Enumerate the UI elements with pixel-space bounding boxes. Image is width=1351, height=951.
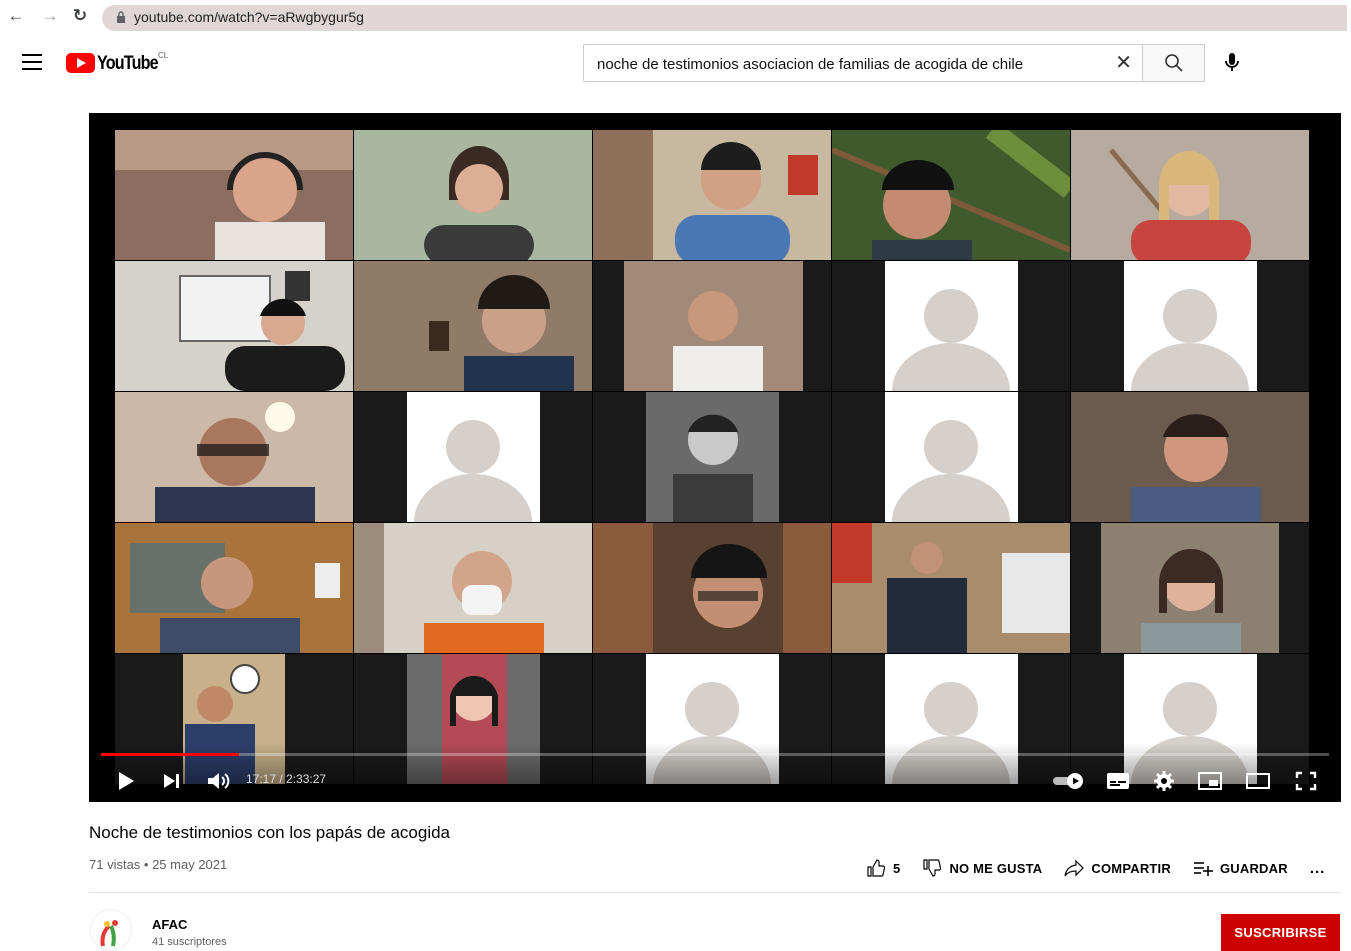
save-label: GUARDAR <box>1219 860 1288 876</box>
player-controls: 17:17 / 2:33:27 <box>89 743 1341 802</box>
subscriber-count: 41 suscriptores <box>152 936 227 948</box>
video-actions: 5 NO ME GUSTA COMPARTIR GUARDAR ... <box>866 858 1325 878</box>
thumbs-down-icon <box>923 859 942 877</box>
views-and-date: 71 vistas • 25 may 2021 <box>89 857 228 872</box>
logo-wordmark: YouTube <box>97 53 159 74</box>
subtitles-icon[interactable] <box>1105 769 1131 793</box>
subscribe-button[interactable]: SUSCRIBIRSE <box>1221 914 1340 951</box>
channel-logo-icon <box>92 911 130 949</box>
youtube-logo[interactable]: YouTube CL <box>66 51 169 75</box>
participant-tile-avatar <box>832 261 1070 391</box>
participant-tile <box>593 523 831 653</box>
search-icon <box>1165 54 1183 72</box>
autoplay-toggle-icon[interactable] <box>1051 769 1087 793</box>
share-label: COMPARTIR <box>1091 860 1171 876</box>
fullscreen-icon[interactable] <box>1293 769 1319 793</box>
youtube-play-icon <box>66 53 95 73</box>
back-arrow-icon[interactable]: ← <box>6 6 26 26</box>
miniplayer-icon[interactable] <box>1197 769 1223 793</box>
participant-tile <box>832 523 1070 653</box>
clear-search-icon[interactable]: ✕ <box>1115 53 1132 73</box>
participant-tile-avatar <box>832 392 1070 522</box>
participant-tile <box>115 130 353 260</box>
participant-tile <box>1071 392 1309 522</box>
forward-arrow-icon[interactable]: → <box>40 6 60 26</box>
channel-avatar[interactable] <box>90 909 132 951</box>
address-bar[interactable]: youtube.com/watch?v=aRwgbygur5g <box>102 5 1347 31</box>
dislike-label: NO ME GUSTA <box>949 860 1043 876</box>
more-icon: ... <box>1309 859 1326 877</box>
next-icon[interactable] <box>159 769 185 793</box>
participant-tile-avatar <box>354 392 592 522</box>
save-button[interactable]: GUARDAR <box>1193 858 1288 878</box>
participant-tile <box>115 523 353 653</box>
play-icon[interactable] <box>113 769 139 793</box>
theater-mode-icon[interactable] <box>1245 769 1271 793</box>
video-player[interactable]: 17:17 / 2:33:27 <box>89 113 1341 802</box>
search-box[interactable]: ✕ <box>583 44 1143 83</box>
participant-tile <box>354 130 592 260</box>
participant-tile <box>1071 523 1309 653</box>
participant-tile <box>1071 130 1309 260</box>
participant-tile <box>593 261 831 391</box>
time-display: 17:17 / 2:33:27 <box>246 772 327 786</box>
thumbs-up-icon <box>867 859 886 877</box>
reload-icon[interactable]: ↻ <box>70 6 90 26</box>
country-code: CL <box>158 51 169 60</box>
participant-tile-avatar <box>1071 261 1309 391</box>
microphone-icon <box>1225 53 1239 71</box>
volume-icon[interactable] <box>205 769 231 793</box>
search-input[interactable] <box>595 45 1109 83</box>
participant-tile <box>832 130 1070 260</box>
channel-name[interactable]: AFAC <box>152 917 187 932</box>
lock-icon <box>117 11 125 23</box>
settings-gear-icon[interactable] <box>1151 769 1177 793</box>
browser-toolbar: ← → ↻ youtube.com/watch?v=aRwgbygur5g <box>0 0 1351 37</box>
playlist-add-icon <box>1193 862 1213 876</box>
participant-tile <box>115 392 353 522</box>
youtube-masthead: YouTube CL ✕ <box>0 36 1351 92</box>
share-button[interactable]: COMPARTIR <box>1064 858 1171 878</box>
like-button[interactable]: 5 <box>866 858 900 878</box>
participant-tile <box>354 261 592 391</box>
participant-tile <box>115 261 353 391</box>
voice-search-button[interactable] <box>1214 46 1250 82</box>
section-divider <box>89 892 1341 893</box>
participant-tile <box>593 130 831 260</box>
share-icon <box>1064 859 1085 877</box>
like-count: 5 <box>893 860 901 876</box>
url-text: youtube.com/watch?v=aRwgbygur5g <box>134 9 364 25</box>
participant-tile <box>593 392 831 522</box>
participant-tile <box>354 523 592 653</box>
menu-icon[interactable] <box>22 54 42 70</box>
progress-played <box>101 753 239 756</box>
search-button[interactable] <box>1142 44 1205 82</box>
dislike-button[interactable]: NO ME GUSTA <box>922 858 1042 878</box>
more-actions-button[interactable]: ... <box>1310 860 1326 877</box>
video-title: Noche de testimonios con los papás de ac… <box>89 823 451 842</box>
progress-bar[interactable] <box>101 753 1329 756</box>
